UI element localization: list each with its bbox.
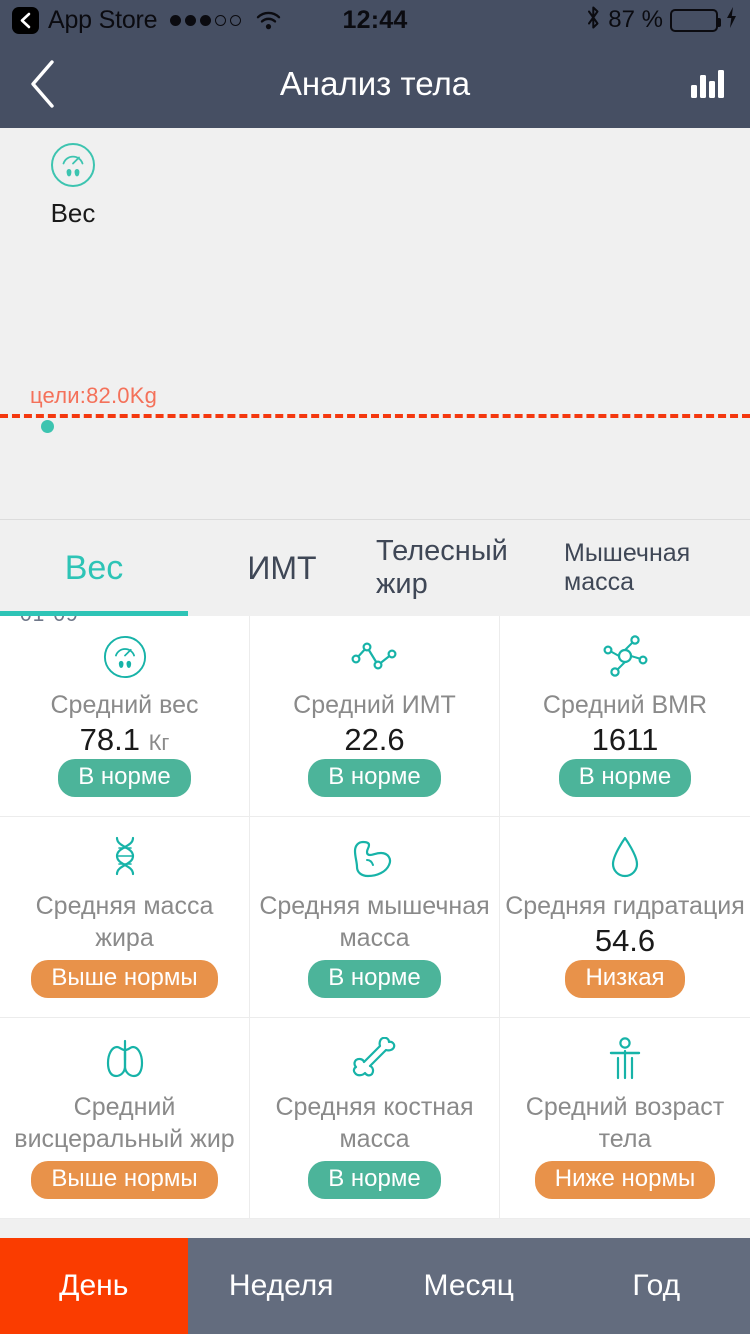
period-year-button[interactable]: Год [563, 1238, 750, 1334]
chart-goal-label: цели:82.0Kg [30, 383, 158, 408]
signal-dots-icon [170, 14, 242, 26]
app-screen: App Store 12:44 87 % Анализ тела Вес цел… [0, 0, 750, 1334]
period-week-button[interactable]: Неделя [188, 1238, 376, 1334]
bar-chart-icon[interactable] [664, 40, 750, 128]
card-average-weight[interactable]: Средний вес 78.1 Кг В норме [0, 616, 250, 817]
chart-metric-label: Вес [50, 198, 96, 228]
wifi-icon [256, 11, 281, 30]
card-title-line2: тела [598, 1125, 652, 1153]
bluetooth-icon [586, 5, 601, 35]
tab-body-fat[interactable]: Телесный жир [376, 520, 564, 616]
card-title: Средний вес [50, 691, 199, 719]
back-to-app-icon[interactable] [12, 6, 39, 34]
period-day-button[interactable]: День [0, 1238, 188, 1334]
card-title: Средний BMR [542, 691, 708, 719]
battery-percent-label: 87 % [608, 6, 663, 33]
chart-data-point[interactable] [41, 420, 54, 433]
card-average-bone-mass[interactable]: Средняя костная масса В норме [250, 1018, 500, 1219]
period-bottom-bar: День Неделя Месяц Год [0, 1238, 750, 1334]
card-average-muscle-mass[interactable]: Средняя мышечная масса В норме [250, 817, 500, 1018]
status-bar: App Store 12:44 87 % [0, 0, 750, 40]
dna-fat-icon [105, 830, 145, 886]
water-drop-icon [609, 830, 641, 886]
tab-muscle-mass[interactable]: Мышечная масса [564, 520, 750, 616]
card-value-number: 54.6 [594, 923, 656, 958]
card-title: Средняя костная масса [275, 1091, 473, 1155]
card-title-line1: Средняя масса [35, 892, 214, 920]
weight-chart-panel[interactable]: Вес цели:82.0Kg 01-09 [0, 128, 750, 626]
card-average-bmi[interactable]: Средний ИМТ 22.6 В норме [250, 616, 500, 817]
card-title: Средняя мышечная масса [259, 890, 489, 954]
status-badge: Ниже нормы [534, 1161, 716, 1199]
period-month-button[interactable]: Месяц [375, 1238, 563, 1334]
card-average-visceral-fat[interactable]: Средний висцеральный жир Выше нормы [0, 1018, 250, 1219]
card-title-line2: висцеральный жир [14, 1125, 235, 1153]
muscle-arm-icon [349, 830, 401, 886]
status-badge: В норме [308, 759, 441, 797]
tab-ves[interactable]: Вес [0, 520, 188, 616]
metric-tab-bar: Вес ИМТ Телесный жир Мышечная масса [0, 520, 750, 616]
bone-icon [352, 1031, 398, 1087]
status-badge: В норме [308, 960, 441, 998]
card-title: Средний ИМТ [293, 691, 456, 719]
card-title-line1: Средний [73, 1093, 176, 1121]
card-value-number: 1611 [591, 722, 659, 757]
battery-icon [670, 8, 721, 32]
status-bar-left: App Store [12, 6, 281, 35]
card-average-hydration[interactable]: Средняя гидратация 54.6 Низкая [500, 817, 750, 1018]
status-badge: В норме [58, 759, 191, 797]
card-title-line2: масса [339, 1125, 410, 1153]
card-title-line1: Средняя костная [275, 1093, 474, 1121]
tab-imt[interactable]: ИМТ [188, 520, 376, 616]
body-age-person-icon [607, 1031, 643, 1087]
page-title: Анализ тела [279, 65, 471, 102]
status-badge: В норме [308, 1161, 441, 1199]
status-badge: В норме [558, 759, 692, 797]
card-value-number: 22.6 [344, 722, 405, 757]
nav-bar: Анализ тела [0, 40, 750, 128]
back-button[interactable] [0, 40, 86, 128]
card-value: 54.6 [595, 923, 655, 962]
card-title-line2: масса [339, 924, 410, 952]
card-title-line2: жира [95, 924, 154, 952]
status-badge: Низкая [565, 960, 685, 998]
card-average-bmr[interactable]: Средний BMR 1611 В норме [500, 616, 750, 817]
card-average-fat-mass[interactable]: Средняя масса жира Выше нормы [0, 817, 250, 1018]
lightning-bolt-icon [725, 6, 738, 34]
weight-scale-icon [0, 142, 146, 188]
card-title-line1: Средний возраст [525, 1093, 725, 1121]
chart-header: Вес [0, 142, 146, 229]
card-average-body-age[interactable]: Средний возраст тела Ниже нормы [500, 1018, 750, 1219]
lungs-visceral-icon [100, 1031, 150, 1087]
bmr-molecule-icon [602, 629, 648, 685]
card-value: 22.6 [344, 722, 404, 761]
card-title: Средняя масса жира [36, 890, 214, 954]
weight-scale-icon [103, 629, 147, 685]
card-title-line1: Средняя мышечная [259, 892, 490, 920]
card-title: Средний висцеральный жир [14, 1091, 234, 1155]
card-value: 78.1 Кг [80, 722, 170, 761]
chart-goal-line [0, 414, 750, 418]
card-title: Средний возраст тела [526, 1091, 724, 1155]
card-value-number: 78.1 [79, 722, 140, 757]
status-badge: Выше нормы [31, 1161, 218, 1199]
metric-card-grid: Средний вес 78.1 Кг В норме Средний ИМТ … [0, 616, 750, 1219]
card-title: Средняя гидратация [505, 892, 745, 920]
bmi-line-chart-icon [350, 629, 399, 685]
back-to-app-label[interactable]: App Store [48, 6, 158, 35]
status-badge: Выше нормы [31, 960, 218, 998]
status-bar-right: 87 % [586, 5, 738, 35]
card-value-unit: Кг [148, 730, 170, 755]
card-value: 1611 [592, 722, 659, 761]
